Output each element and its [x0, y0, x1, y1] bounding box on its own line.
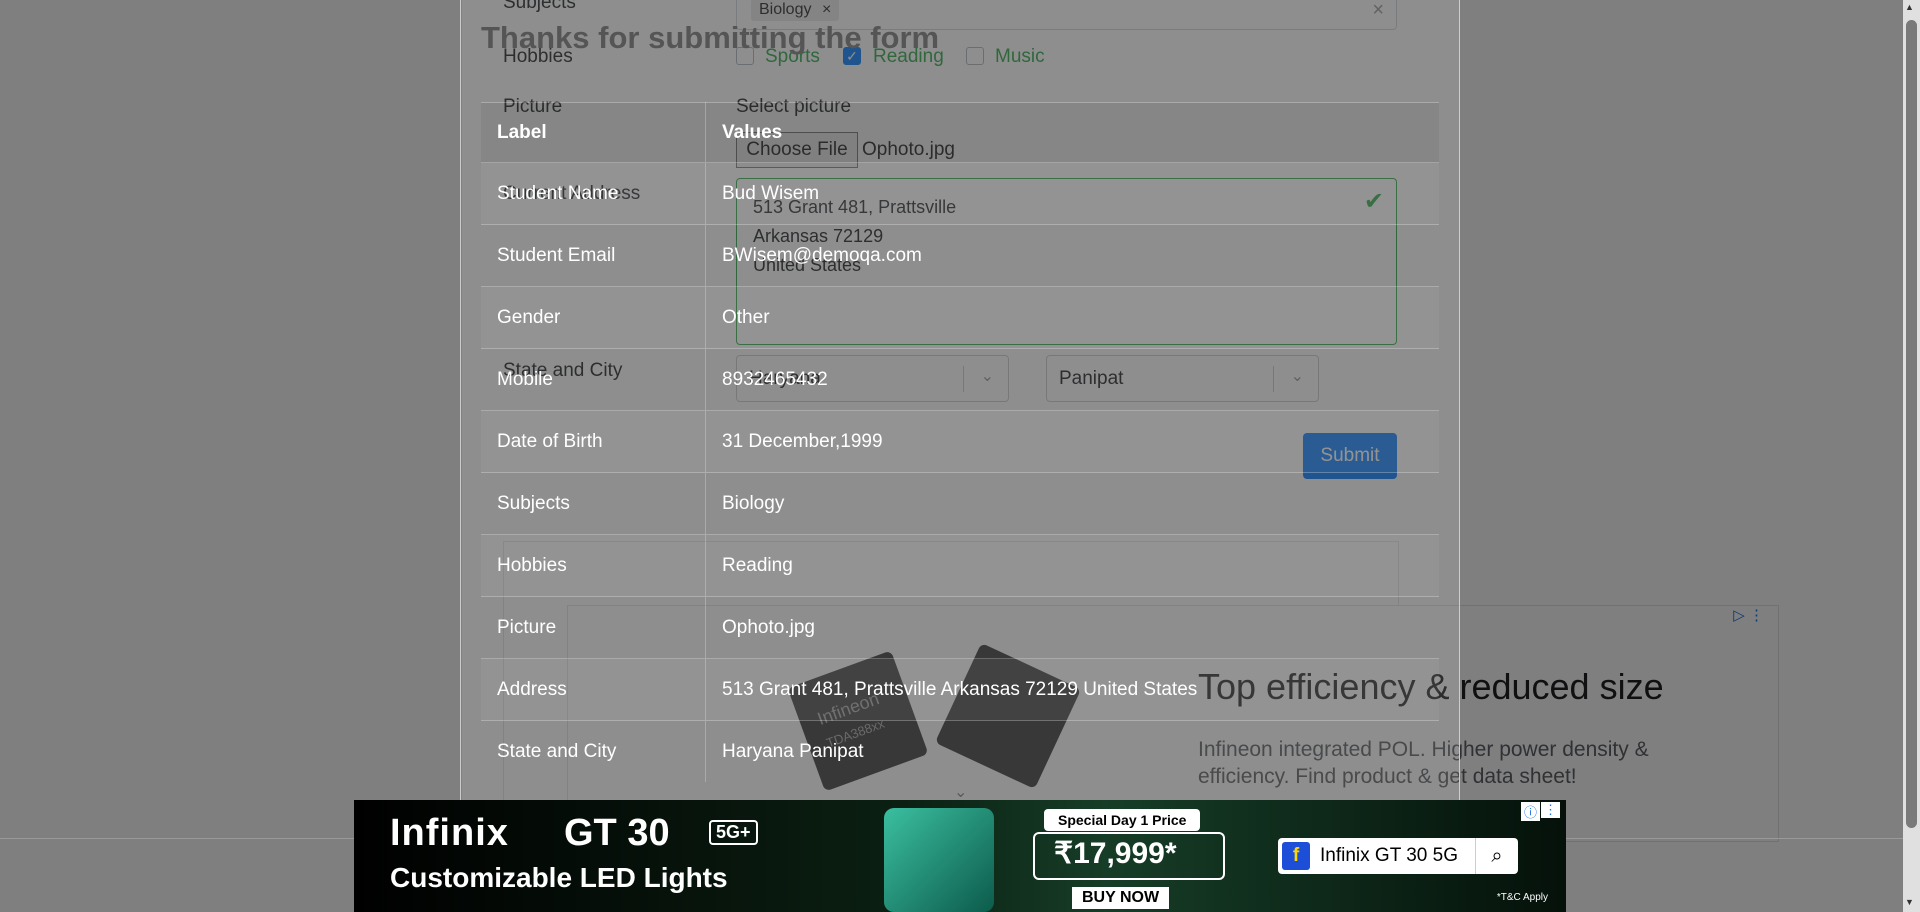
- ad-info-icon[interactable]: ⓘ: [1520, 802, 1540, 821]
- table-row: Picture Ophoto.jpg: [481, 596, 1439, 659]
- row-label: Address: [481, 658, 706, 721]
- row-value: Reading: [705, 534, 1439, 597]
- table-row: Student Email BWisem@demoqa.com: [481, 224, 1439, 287]
- banner-badge: 5G+: [709, 820, 758, 845]
- row-label: Student Name: [481, 162, 706, 225]
- row-value: BWisem@demoqa.com: [705, 224, 1439, 287]
- table-row: Address 513 Grant 481, Prattsville Arkans…: [481, 658, 1439, 721]
- banner-tagline: Customizable LED Lights: [390, 862, 728, 893]
- table-row: Hobbies Reading: [481, 534, 1439, 597]
- banner-brand: Infinix: [390, 812, 509, 854]
- row-value: Ophoto.jpg: [705, 596, 1439, 659]
- header-label: Label: [481, 102, 706, 163]
- results-table: Label Values Student Name Bud Wisem Stude…: [481, 102, 1439, 782]
- ad-menu-icon[interactable]: ⋮: [1541, 802, 1560, 818]
- scroll-down-icon[interactable]: ▼: [1905, 897, 1914, 907]
- table-header-row: Label Values: [481, 102, 1439, 163]
- row-value: Haryana Panipat: [705, 720, 1439, 782]
- row-label: Date of Birth: [481, 410, 706, 473]
- row-label: Mobile: [481, 348, 706, 411]
- row-label: State and City: [481, 720, 706, 782]
- search-icon[interactable]: ⌕: [1475, 838, 1518, 874]
- row-label: Subjects: [481, 472, 706, 535]
- scrollbar-thumb[interactable]: [1906, 20, 1917, 828]
- table-row: Gender Other: [481, 286, 1439, 349]
- buy-now-button[interactable]: BUY NOW: [1072, 887, 1170, 909]
- table-row: Student Name Bud Wisem: [481, 162, 1439, 225]
- banner-ad[interactable]: Infinix GT 30 5G+ Customizable LED Light…: [354, 800, 1566, 912]
- table-row: State and City Haryana Panipat: [481, 720, 1439, 782]
- table-row: Subjects Biology: [481, 472, 1439, 535]
- row-value: Biology: [705, 472, 1439, 535]
- header-values: Values: [705, 102, 1439, 163]
- row-label: Picture: [481, 596, 706, 659]
- flipkart-icon: f: [1282, 842, 1310, 870]
- banner-special-label: Special Day 1 Price: [1044, 809, 1201, 831]
- table-row: Date of Birth 31 December,1999: [481, 410, 1439, 473]
- phone-image: [884, 808, 994, 912]
- row-value: 31 December,1999: [705, 410, 1439, 473]
- row-label: Student Email: [481, 224, 706, 287]
- row-value: 513 Grant 481, Prattsville Arkansas 7212…: [705, 658, 1439, 721]
- banner-price: ₹17,999*: [1054, 837, 1177, 870]
- row-label: Hobbies: [481, 534, 706, 597]
- row-value: 8932465432: [705, 348, 1439, 411]
- row-label: Gender: [481, 286, 706, 349]
- banner-search-box[interactable]: f Infinix GT 30 5G ⌕: [1278, 838, 1518, 874]
- table-row: Mobile 8932465432: [481, 348, 1439, 411]
- row-value: Bud Wisem: [705, 162, 1439, 225]
- modal-title: Thanks for submitting the form: [481, 20, 940, 55]
- banner-terms: *T&C Apply: [1496, 892, 1548, 903]
- banner-search-text: Infinix GT 30 5G: [1320, 845, 1458, 866]
- row-value: Other: [705, 286, 1439, 349]
- scroll-up-icon[interactable]: ▲: [1905, 2, 1914, 12]
- banner-model: GT 30: [564, 812, 670, 854]
